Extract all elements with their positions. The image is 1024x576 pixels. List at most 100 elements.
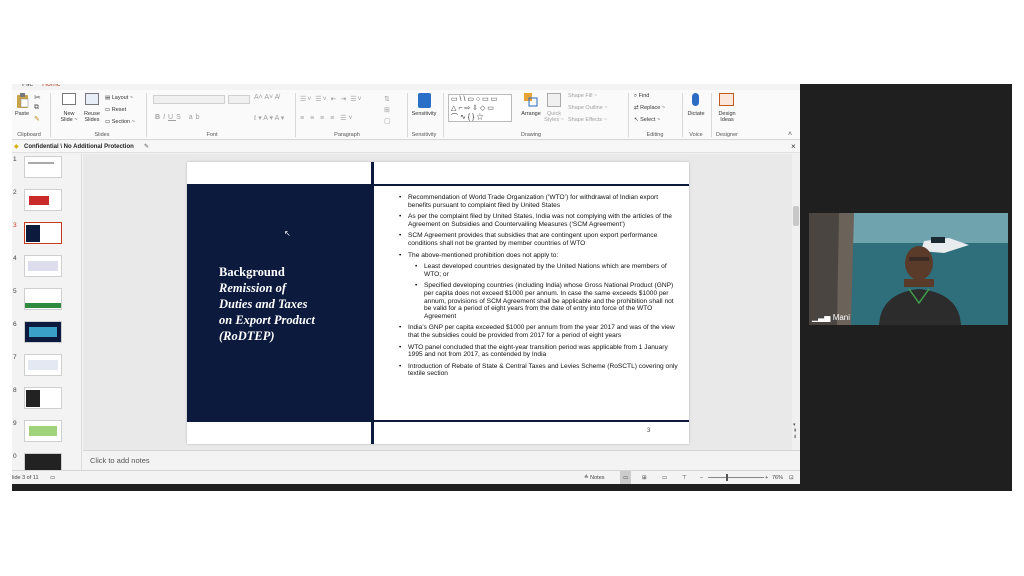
slide-thumbnail-4[interactable] — [24, 255, 62, 277]
select-label: Select ~ — [640, 117, 661, 123]
slideshow-icon[interactable]: ⊤ — [682, 471, 687, 485]
divider — [443, 93, 444, 137]
paste-icon[interactable] — [16, 93, 29, 109]
find-label: Find — [638, 93, 650, 99]
zoom-out-icon[interactable]: – — [700, 471, 703, 485]
arrange-icon[interactable] — [524, 93, 538, 107]
current-slide[interactable]: Background Remission of Duties and Taxes… — [187, 162, 689, 444]
slide-thumbnail-8[interactable] — [24, 387, 62, 409]
reset-button[interactable]: ▭ Reset — [105, 107, 145, 113]
replace-button[interactable]: ⇄ Replace ~ — [634, 105, 676, 111]
slide-sorter-icon[interactable]: ⊞ — [642, 471, 647, 485]
list-icons[interactable]: ☰˅ ☰˅ ⇤ ⇥ ☰˅ — [300, 95, 363, 103]
zoom-slider[interactable] — [708, 477, 764, 478]
bullet-item: As per the complaint filed by United Sta… — [399, 213, 679, 228]
shapes-gallery[interactable]: ▭ \ \ ▭ ○ ▭ ▭ △ ⌐ ⇨ ⇩ ◇ ▭ ⌒ ∿ { } ☆ — [448, 94, 512, 122]
find-button[interactable]: ⌕ Find — [634, 93, 676, 99]
slide-thumbnail-7[interactable] — [24, 354, 62, 376]
shape-fill-button[interactable]: Shape Fill ~ — [568, 93, 626, 99]
spellcheck-icon[interactable]: ▭ — [50, 471, 55, 485]
scroll-arrows-icon[interactable]: ▾ ⇞ ⇟ — [793, 422, 797, 440]
arrange-button[interactable]: Arrange — [517, 111, 545, 117]
font-name-input[interactable] — [153, 95, 225, 104]
font-size-input[interactable] — [228, 95, 250, 104]
bullet-item: Introduction of Rebate of State & Centra… — [399, 363, 679, 378]
replace-label: Replace ~ — [640, 105, 666, 111]
notes-placeholder: Click to add notes — [90, 456, 150, 465]
microphone-icon[interactable] — [692, 93, 699, 106]
section-button[interactable]: ▭ Section ~ — [105, 119, 145, 125]
zoom-level[interactable]: 76% — [772, 471, 783, 485]
bullet-item: SCM Agreement provides that subsidies th… — [399, 232, 679, 247]
participant-video[interactable]: ▁▃▅ Mani — [809, 213, 1008, 325]
notes-pane[interactable]: Click to add notes — [83, 450, 800, 470]
quick-styles-icon[interactable] — [547, 93, 561, 107]
quick-styles-button[interactable]: Quick Styles ~ — [542, 111, 566, 123]
align-icons[interactable]: ≡ ≡ ≡ ≡ ☰˅ — [300, 114, 354, 122]
bullet-item: WTO panel concluded that the eight-year … — [399, 344, 679, 359]
font-color-icon[interactable]: ℓ ▾ A ▾ A ▾ — [254, 114, 284, 122]
edit-pencil-icon[interactable]: ✎ — [144, 141, 149, 153]
layout-label: Layout ~ — [111, 95, 133, 101]
title-line: Remission of — [219, 281, 287, 295]
cut-icon[interactable]: ✂ — [34, 93, 41, 102]
sensitivity-button[interactable]: Sensitivity — [409, 111, 439, 117]
copy-icon[interactable]: ⧉ — [34, 104, 39, 112]
shape-effects-button[interactable]: Shape Effects ~ — [568, 117, 626, 123]
zoom-in-icon[interactable]: + — [765, 471, 768, 485]
dictate-button[interactable]: Dictate — [684, 111, 708, 117]
new-slide-icon[interactable] — [62, 93, 76, 105]
slide-thumbnail-6[interactable] — [24, 321, 62, 343]
voice-group-label: Voice — [689, 132, 703, 138]
font-style-icons[interactable]: BIUS ab — [155, 114, 202, 121]
new-slide-button[interactable]: New Slide ~ — [58, 111, 80, 123]
slide-thumbnail-1[interactable] — [24, 156, 62, 178]
sensitivity-icon[interactable] — [418, 93, 431, 108]
slide-body-text[interactable]: Recommendation of World Trade Organizati… — [399, 194, 679, 382]
layout-button[interactable]: ▤ Layout ~ — [105, 95, 145, 101]
design-ideas-button[interactable]: Design Ideas — [712, 111, 742, 123]
sensitivity-label: Confidential \ No Additional Protection — [24, 144, 134, 150]
normal-view-icon[interactable]: ▭ — [620, 471, 632, 485]
thumb-number: 8 — [13, 387, 17, 394]
close-icon[interactable]: × — [791, 141, 796, 153]
slide-thumbnail-3[interactable] — [24, 222, 62, 244]
text-direction-icons[interactable]: ⇅ ⊞ ▢ — [384, 94, 391, 127]
tag-icon: ◆ — [14, 144, 19, 150]
mouse-cursor-icon: ↖ — [284, 229, 291, 238]
tab-file[interactable]: File — [22, 84, 33, 88]
reuse-slides-button[interactable]: Reuse Slides — [81, 111, 103, 123]
slide-thumbnail-5[interactable] — [24, 288, 62, 310]
editing-group-label: Editing — [646, 132, 664, 138]
slide-title[interactable]: Background Remission of Duties and Taxes… — [219, 264, 369, 344]
fit-slide-icon[interactable]: ⊡ — [789, 471, 794, 485]
vertical-scrollbar[interactable]: ▾ ⇞ ⇟ — [792, 154, 800, 450]
slide-thumbnails-pane: 1 2 3 4 5 6 7 8 9 0 — [12, 154, 82, 470]
design-ideas-icon[interactable] — [719, 93, 734, 106]
paste-label: Paste — [14, 111, 30, 117]
scrollbar-thumb[interactable] — [793, 206, 799, 226]
notes-button[interactable]: ≙ Notes — [584, 471, 605, 485]
slide-thumbnail-2[interactable] — [24, 189, 62, 211]
reuse-slides-icon[interactable] — [85, 93, 99, 105]
ribbon: Paste ✂ ⧉ ✎ Clipboard New Slide ~ Reuse … — [12, 90, 800, 140]
participant-name-tag: ▁▃▅ Mani — [812, 313, 850, 322]
collapse-ribbon-icon[interactable]: ˄ — [788, 131, 792, 138]
page-number: 3 — [647, 428, 651, 434]
screen-share: File Home Paste ✂ ⧉ ✎ Clipboard New Slid… — [12, 84, 1012, 491]
slide-thumbnail-9[interactable] — [24, 420, 62, 442]
font-grow-icon[interactable]: A˄ A˅ A̸ — [254, 94, 279, 101]
divider — [371, 162, 374, 444]
format-painter-icon[interactable]: ✎ — [34, 115, 40, 123]
select-button[interactable]: ↖ Select ~ — [634, 117, 676, 123]
drawing-group-label: Drawing — [520, 132, 542, 138]
thumb-number: 0 — [13, 453, 17, 460]
slide-thumbnail-10[interactable] — [24, 453, 62, 470]
paragraph-group-label: Paragraph — [334, 132, 360, 138]
shape-outline-button[interactable]: Shape Outline ~ — [568, 105, 626, 111]
zoom-slider-thumb[interactable] — [726, 474, 728, 481]
slide-editor[interactable]: Background Remission of Duties and Taxes… — [83, 154, 800, 470]
tab-home[interactable]: Home — [42, 84, 61, 88]
sub-bullet-item: Specified developing countries (includin… — [415, 282, 679, 320]
reading-view-icon[interactable]: ▭ — [662, 471, 667, 485]
